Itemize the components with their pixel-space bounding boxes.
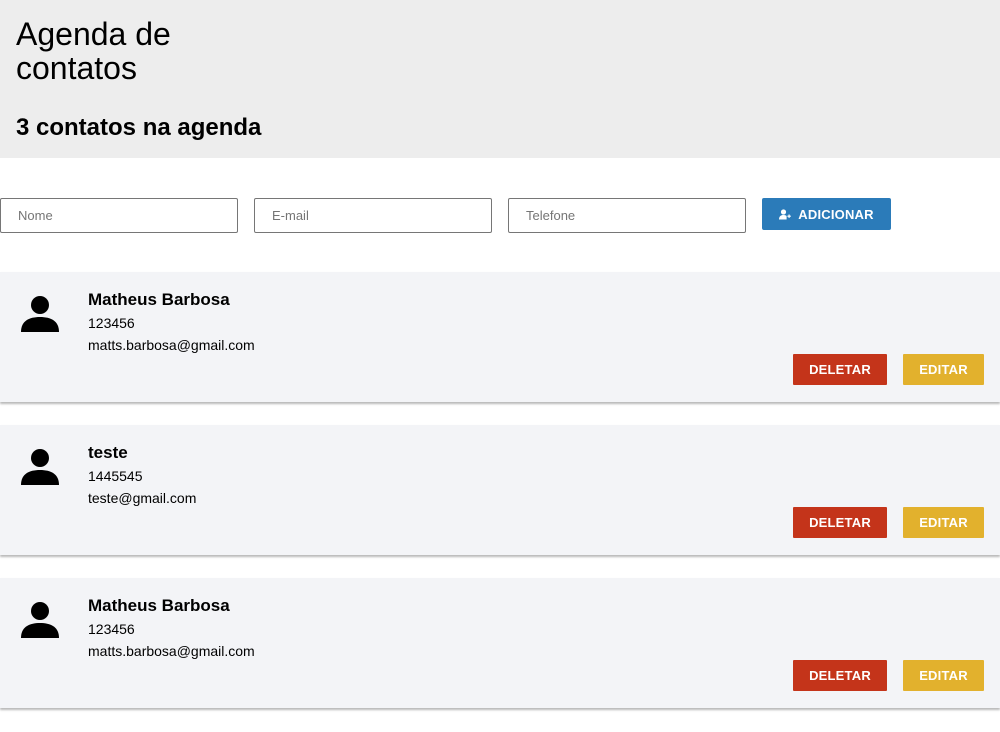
delete-button[interactable]: DELETAR <box>793 507 887 538</box>
page-title: Agenda de contatos <box>16 16 171 86</box>
edit-button[interactable]: EDITAR <box>903 354 984 385</box>
contact-email: matts.barbosa@gmail.com <box>88 337 255 353</box>
contact-email: teste@gmail.com <box>88 490 197 506</box>
edit-button[interactable]: EDITAR <box>903 660 984 691</box>
page-header: Agenda de contatos 3 contatos na agenda <box>0 0 1000 158</box>
contact-name: teste <box>88 443 128 462</box>
person-icon <box>21 294 59 332</box>
add-user-icon <box>779 208 792 220</box>
contact-count: 3 contatos na agenda <box>16 114 262 141</box>
delete-button[interactable]: DELETAR <box>793 660 887 691</box>
add-contact-button[interactable]: ADICIONAR <box>762 198 891 230</box>
contact-card: teste 1445545 teste@gmail.com DELETAR ED… <box>0 425 1000 555</box>
contact-name: Matheus Barbosa <box>88 596 230 615</box>
add-contact-label: ADICIONAR <box>798 206 874 222</box>
name-input[interactable] <box>0 198 238 233</box>
delete-button[interactable]: DELETAR <box>793 354 887 385</box>
phone-input[interactable] <box>508 198 746 233</box>
person-icon <box>21 447 59 485</box>
contact-card: Matheus Barbosa 123456 matts.barbosa@gma… <box>0 272 1000 402</box>
contact-phone: 123456 <box>88 621 135 637</box>
email-input[interactable] <box>254 198 492 233</box>
person-icon <box>21 600 59 638</box>
edit-button[interactable]: EDITAR <box>903 507 984 538</box>
contact-email: matts.barbosa@gmail.com <box>88 643 255 659</box>
contact-phone: 1445545 <box>88 468 143 484</box>
contact-card: Matheus Barbosa 123456 matts.barbosa@gma… <box>0 578 1000 708</box>
contact-phone: 123456 <box>88 315 135 331</box>
contact-name: Matheus Barbosa <box>88 290 230 309</box>
